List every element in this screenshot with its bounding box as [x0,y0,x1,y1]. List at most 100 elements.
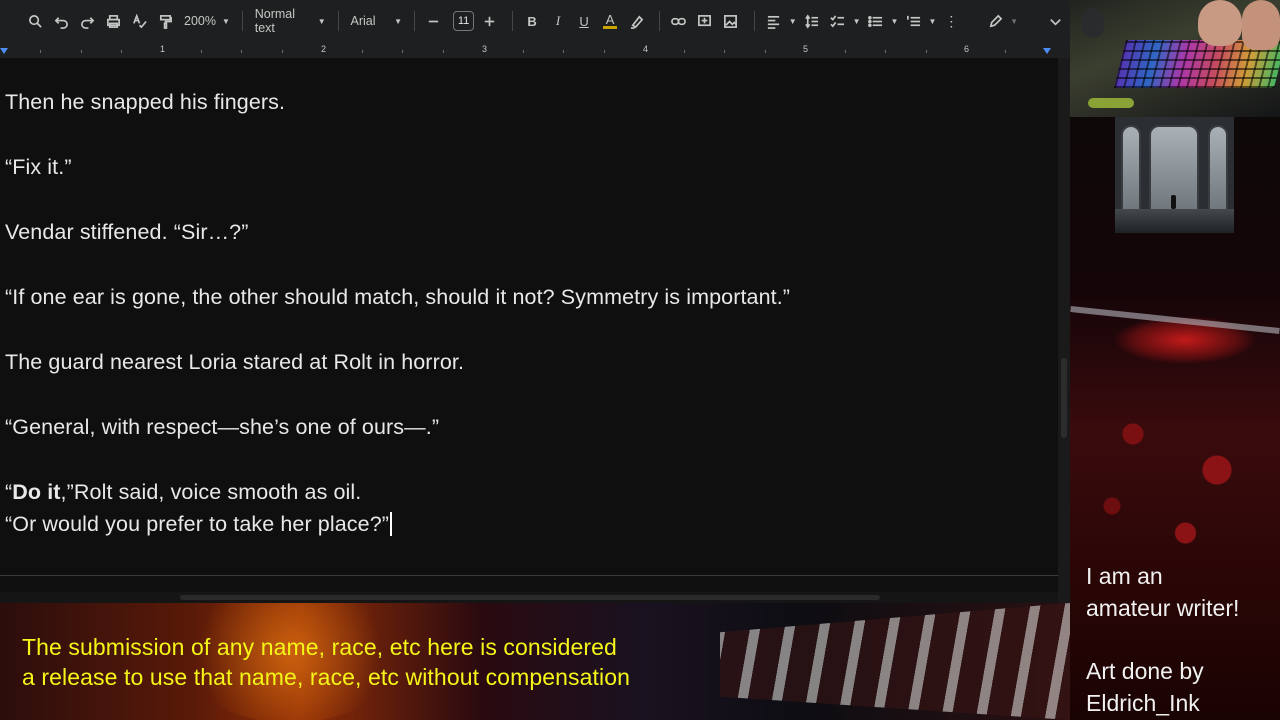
paragraph[interactable]: “General, with respect—she’s one of ours… [5,415,439,440]
paint-format-icon[interactable] [154,8,176,34]
paragraph[interactable]: The guard nearest Loria stared at Rolt i… [5,350,464,375]
bold-text: Do it [12,480,61,504]
text-color-button[interactable]: A [599,8,621,34]
ruler-number: 1 [160,44,166,54]
webcam-feed [1070,0,1280,117]
paragraph[interactable]: “Fix it.” [5,155,72,180]
ruler-number: 2 [321,44,327,54]
paragraph[interactable]: “Or would you prefer to take her place?” [5,512,393,537]
chevron-down-icon: ▼ [394,16,403,26]
ruler-tick [724,50,725,53]
docs-window: 200% ▼ Normal text ▼ Arial ▼ 11 B I U A [0,0,1070,603]
stream-banner: The submission of any name, race, etc he… [0,603,1070,720]
ruler-tick [362,50,363,53]
ruler-tick [926,50,927,53]
chevron-down-icon: ▼ [890,16,899,26]
zoom-value: 200% [184,14,216,28]
art-credit: Eldrich_Ink [1086,690,1200,716]
bold-button[interactable]: B [521,8,543,34]
red-eye-art [1070,295,1280,385]
toolbar-divider [414,11,415,31]
ruler-tick [443,50,444,53]
ruler-number: 3 [482,44,488,54]
more-options-icon[interactable]: ⋮ [940,8,962,34]
ruler-tick [201,50,202,53]
toolbar-divider [753,11,755,31]
zoom-select[interactable]: 200% ▼ [180,14,234,28]
toolbar-divider [659,11,660,31]
undo-icon[interactable] [50,8,72,34]
ruler-tick [684,50,685,53]
ruler-tick [81,50,82,53]
hand-image [1198,0,1242,46]
search-menus-icon[interactable] [24,8,46,34]
highlight-icon[interactable] [625,8,647,34]
left-indent-marker[interactable] [0,48,8,54]
ruler-tick [241,50,242,53]
stream-side-panel: I am an amateur writer! Art done by Eldr… [1070,0,1280,720]
ruler-tick [523,50,524,53]
italic-button[interactable]: I [547,8,569,34]
font-size-input[interactable]: 11 [452,11,475,31]
paragraph-rest: ,”Rolt said, voice smooth as oil. [60,480,362,504]
toolbar-divider [337,11,339,31]
spellcheck-icon[interactable] [128,8,150,34]
numbered-list-icon[interactable] [902,8,924,34]
blood-splatter-art [1070,380,1280,560]
ruler-tick [1005,50,1006,53]
decrease-font-size-icon[interactable] [423,8,445,34]
fire-glow [180,603,400,720]
chevron-down-icon: ▼ [928,16,937,26]
print-icon[interactable] [102,8,124,34]
line-spacing-icon[interactable] [801,8,823,34]
paragraph[interactable]: “Do it,”Rolt said, voice smooth as oil. [5,480,361,505]
ruler-number: 6 [964,44,970,54]
ruler-tick [885,50,886,53]
figure-silhouette [1171,195,1176,209]
editing-mode-icon[interactable] [984,8,1006,34]
chevron-down-icon: ▼ [1010,16,1019,26]
ruler-number: 5 [803,44,809,54]
teeth-art [720,603,1070,720]
ruler-tick [765,50,766,53]
underline-button[interactable]: U [573,8,595,34]
add-comment-icon[interactable] [694,8,716,34]
toolbar-divider [241,11,243,31]
ruler[interactable]: 1 2 3 4 5 6 [0,42,1070,58]
collapse-menus-icon[interactable] [1044,8,1066,34]
insert-image-icon[interactable] [720,8,742,34]
increase-font-size-icon[interactable] [478,8,500,34]
mouse-image [1082,8,1104,38]
link-icon[interactable] [668,8,690,34]
paragraph[interactable]: “If one ear is gone, the other should ma… [5,285,790,310]
vertical-scrollbar[interactable] [1058,58,1070,603]
chevron-down-icon: ▼ [317,16,326,26]
horizontal-scrollbar[interactable] [0,592,1058,603]
eyelid [1070,306,1280,334]
hand-image [1242,0,1280,50]
right-indent-marker[interactable] [1043,48,1051,54]
paragraph[interactable]: Vendar stiffened. “Sir…?” [5,220,249,245]
scrollbar-thumb[interactable] [1061,358,1067,438]
art-credit: Art done by [1086,658,1204,684]
paragraph-text: “Or would you prefer to take her place?” [5,512,390,536]
checklist-icon[interactable] [827,8,849,34]
bulleted-list-icon[interactable] [865,8,887,34]
font-select[interactable]: Arial ▼ [346,14,406,28]
ruler-number: 4 [643,44,649,54]
scrollbar-thumb[interactable] [180,595,880,600]
style-select[interactable]: Normal text ▼ [251,7,330,35]
ruler-tick [40,50,41,53]
redo-icon[interactable] [76,8,98,34]
chevron-down-icon: ▼ [852,16,861,26]
side-caption: amateur writer! [1086,595,1240,621]
text-cursor [390,512,393,536]
paragraph[interactable]: Then he snapped his fingers. [5,90,285,115]
arched-window [1208,125,1228,213]
ruler-tick [282,50,283,53]
ruler-tick [121,50,122,53]
ruler-tick [845,50,846,53]
style-value: Normal text [254,7,296,35]
align-icon[interactable] [763,8,785,34]
document-page[interactable]: Then he snapped his fingers. “Fix it.” V… [0,58,1058,575]
